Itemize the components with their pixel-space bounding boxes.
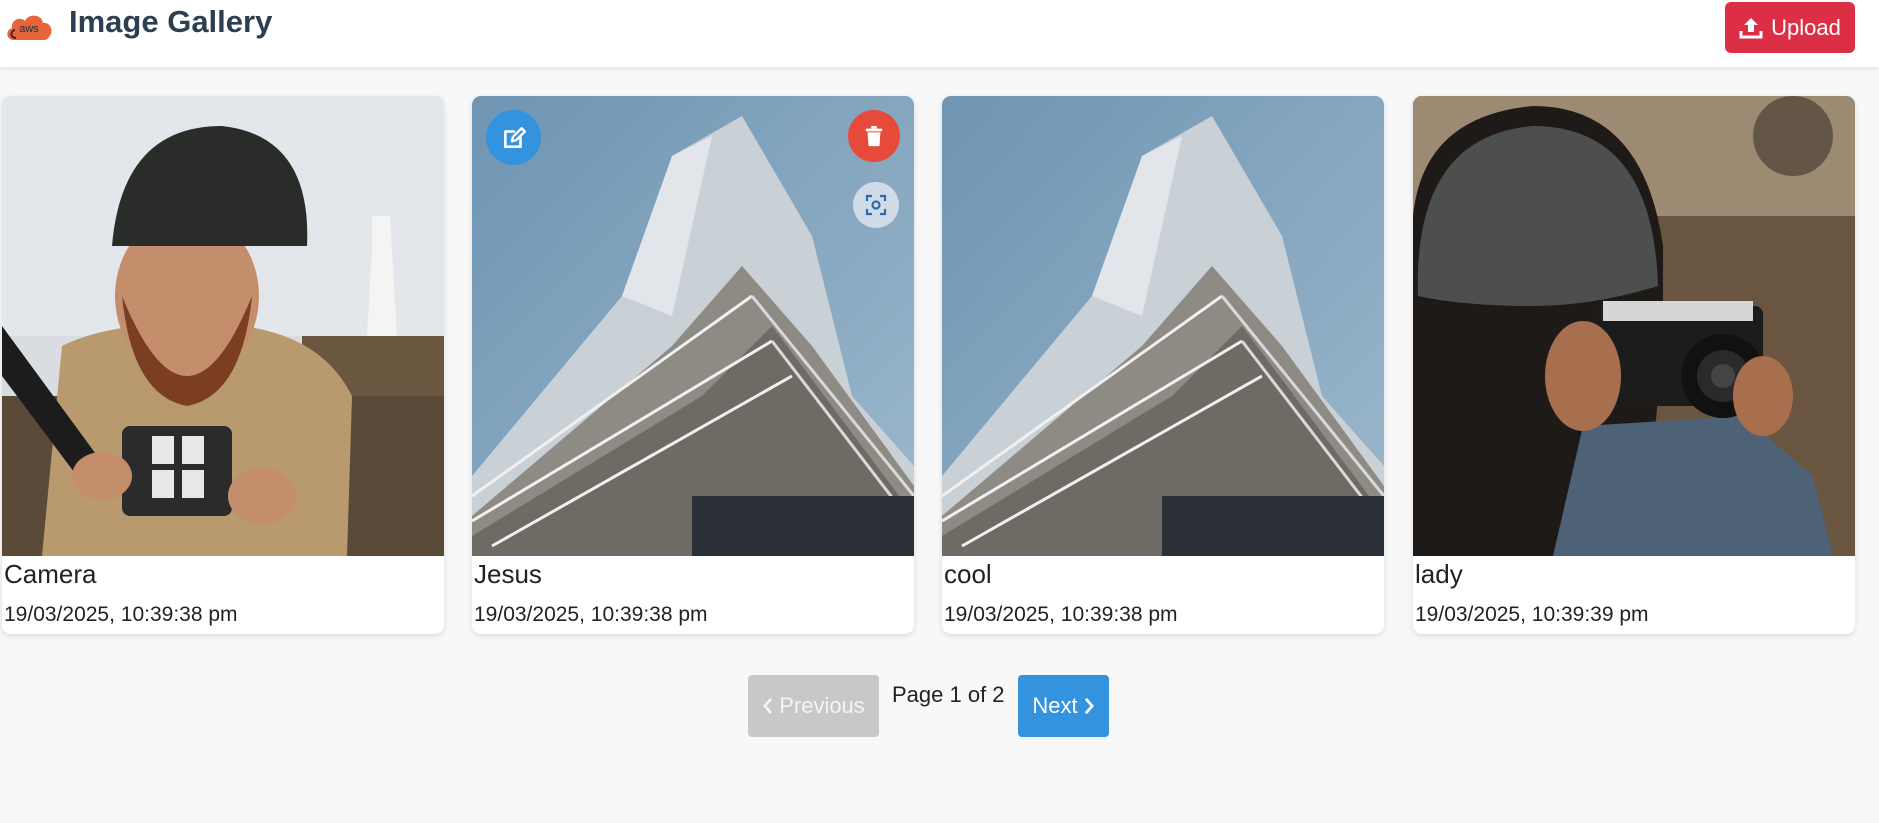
next-button[interactable]: Next	[1018, 675, 1109, 737]
previous-button-label: Previous	[779, 693, 865, 718]
pagination: Previous Page 1 of 2 Next	[0, 675, 1879, 737]
trash-icon	[865, 125, 883, 147]
aws-logo: aws	[4, 10, 54, 44]
gallery-card[interactable]: cool 19/03/2025, 10:39:38 pm	[942, 96, 1384, 634]
edit-button[interactable]	[486, 110, 541, 165]
previous-button[interactable]: Previous	[748, 675, 879, 737]
scan-button[interactable]	[853, 182, 899, 228]
page-title: Image Gallery	[69, 4, 273, 39]
app-header: aws Image Gallery Upload	[0, 0, 1879, 67]
chevron-left-icon	[763, 697, 773, 715]
card-date: 19/03/2025, 10:39:39 pm	[1415, 603, 1649, 626]
card-image[interactable]	[2, 96, 444, 556]
scan-icon	[865, 194, 887, 216]
edit-icon	[503, 126, 526, 148]
page-indicator: Page 1 of 2	[892, 682, 1005, 707]
card-title: Camera	[4, 559, 97, 589]
next-button-label: Next	[1032, 693, 1078, 718]
card-date: 19/03/2025, 10:39:38 pm	[474, 603, 708, 626]
card-image[interactable]	[1413, 96, 1855, 556]
gallery-card[interactable]: Jesus 19/03/2025, 10:39:38 pm	[472, 96, 914, 634]
card-image[interactable]	[942, 96, 1384, 556]
card-title: lady	[1415, 559, 1463, 589]
card-title: cool	[944, 559, 992, 589]
card-date: 19/03/2025, 10:39:38 pm	[944, 603, 1178, 626]
svg-text:aws: aws	[19, 23, 39, 35]
gallery-card[interactable]: Camera 19/03/2025, 10:39:38 pm	[2, 96, 444, 634]
card-date: 19/03/2025, 10:39:38 pm	[4, 603, 238, 626]
upload-button-label: Upload	[1771, 14, 1841, 40]
card-title: Jesus	[474, 559, 542, 589]
chevron-right-icon	[1084, 697, 1094, 715]
card-image[interactable]	[472, 96, 914, 556]
upload-icon	[1739, 17, 1763, 38]
gallery-card[interactable]: lady 19/03/2025, 10:39:39 pm	[1413, 96, 1855, 634]
upload-button[interactable]: Upload	[1725, 2, 1855, 53]
delete-button[interactable]	[848, 110, 900, 162]
